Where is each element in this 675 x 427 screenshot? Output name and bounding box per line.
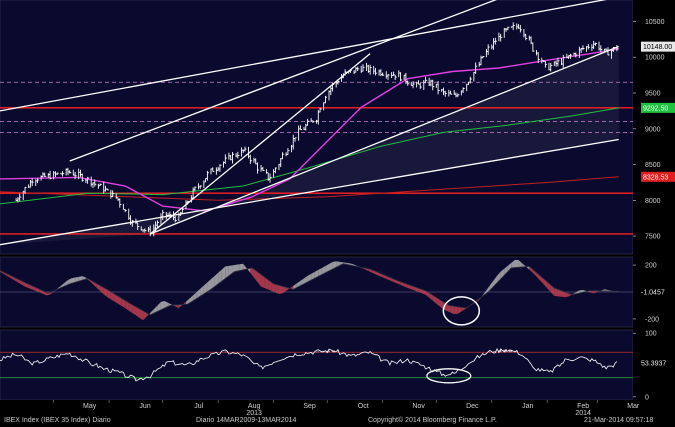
x-month-label: Jul — [194, 403, 203, 410]
x-month-label: Dec — [466, 403, 479, 410]
footer-security: IBEX Index (IBEX 35 Index) Diario — [4, 417, 111, 424]
macd-tick-label: 200 — [645, 263, 657, 270]
macd-fill-segment — [514, 259, 519, 268]
x-month-label: Jun — [139, 403, 150, 410]
footer-copyright: Copyright© 2014 Bloomberg Finance L.P. — [368, 417, 497, 424]
x-month-label: Sep — [303, 403, 316, 410]
rsi-tick-label: 100 — [645, 331, 657, 338]
last-value-label: 9292.50 — [643, 105, 668, 112]
macd-tick-label: -200 — [645, 316, 659, 323]
chart-window: 7500 8000 8500 9000 9500 10000 10500 10148.00 92… — [0, 0, 675, 427]
price-tick-label: 8000 — [645, 198, 661, 205]
footer-bar: IBEX Index (IBEX 35 Index) Diario Diario… — [0, 415, 675, 427]
price-tick-label: 7500 — [645, 234, 661, 241]
right-axis-strip — [633, 0, 675, 415]
price-tick-label: 8500 — [645, 162, 661, 169]
price-tick-label: 9500 — [645, 91, 661, 98]
price-tick-label: 10500 — [645, 19, 665, 26]
footer-period: Diario 14MAR2009-13MAR2014 — [196, 417, 297, 424]
x-axis-strip — [0, 400, 675, 415]
macd-fill-segment — [454, 306, 458, 315]
x-month-label: Aug — [248, 403, 261, 410]
macd-fill-segment — [275, 284, 279, 294]
last-value-label: 10148.00 — [643, 44, 672, 51]
macd-fill-segment — [278, 285, 283, 294]
rsi-tick-label: 0 — [645, 394, 649, 401]
rsi-last-value-label: 53.3937 — [641, 360, 666, 367]
x-month-label: Nov — [412, 403, 425, 410]
chart-svg: 7500 8000 8500 9000 9500 10000 10500 10148.00 92… — [0, 0, 675, 417]
x-month-label: Oct — [358, 403, 369, 410]
price-tick-label: 9000 — [645, 126, 661, 133]
price-tick-label: 10000 — [645, 55, 665, 62]
last-value-label: 8328.53 — [643, 174, 668, 181]
macd-last-value-label: -1.0457 — [641, 290, 665, 297]
x-month-label: Feb — [577, 403, 589, 410]
x-month-label: Mar — [627, 403, 640, 410]
footer-timestamp: 21-Mar-2014 09:57:18 — [584, 417, 654, 424]
x-month-label: May — [83, 403, 97, 410]
x-month-label: Jan — [522, 403, 533, 410]
